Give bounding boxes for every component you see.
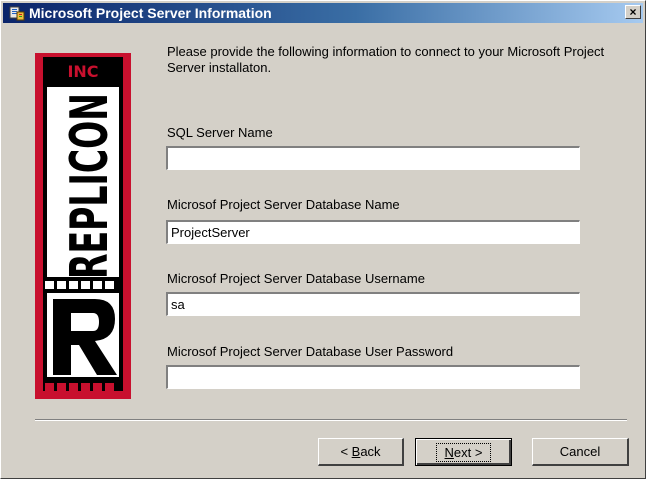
close-icon: × — [629, 5, 637, 19]
logo-brand-text: REPLICON — [60, 93, 120, 279]
intro-text: Please provide the following information… — [167, 44, 605, 75]
back-button[interactable]: < Back — [318, 438, 404, 466]
next-accelerator: N — [444, 444, 454, 460]
database-username-input[interactable] — [166, 292, 580, 316]
back-rest: ack — [360, 444, 381, 459]
sql-server-name-label: SQL Server Name — [167, 125, 273, 140]
title-bar[interactable]: Microsoft Project Server Information × — [3, 3, 643, 23]
next-focus-ring: Next > — [435, 442, 492, 462]
separator-line — [35, 419, 627, 421]
back-prefix: < — [340, 444, 352, 459]
close-button[interactable]: × — [625, 5, 641, 19]
database-password-label: Microsof Project Server Database User Pa… — [167, 344, 454, 359]
database-password-input[interactable] — [166, 365, 580, 389]
next-rest: ext > — [453, 444, 483, 460]
database-name-input[interactable] — [166, 220, 580, 244]
back-accelerator: B — [351, 444, 361, 459]
logo-inc-text: INC — [67, 62, 98, 81]
dialog-window: Microsoft Project Server Information × I… — [0, 0, 646, 479]
database-name-label: Microsof Project Server Database Name — [167, 197, 400, 212]
next-button[interactable]: Next > — [415, 438, 512, 466]
sql-server-name-input[interactable] — [166, 146, 580, 170]
replicon-logo: INC REPLICON R — [35, 53, 131, 399]
app-icon — [9, 6, 25, 21]
database-username-label: Microsof Project Server Database Usernam… — [167, 271, 425, 286]
window-title: Microsoft Project Server Information — [29, 5, 272, 21]
cancel-button[interactable]: Cancel — [532, 438, 629, 466]
